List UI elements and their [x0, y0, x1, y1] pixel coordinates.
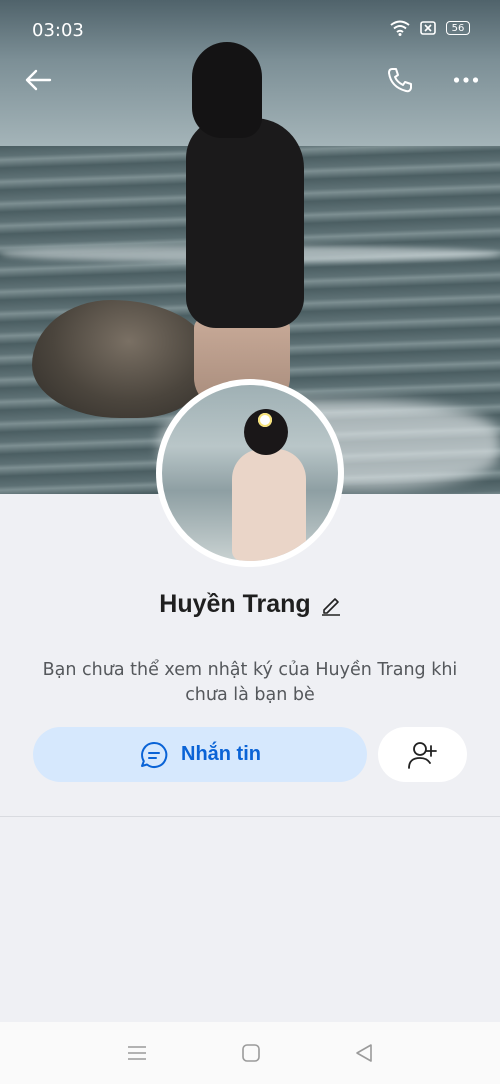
section-divider	[0, 816, 500, 817]
call-button[interactable]	[382, 62, 418, 98]
back-button[interactable]	[20, 62, 56, 98]
profile-name: Huyền Trang	[159, 590, 311, 618]
cover-rock	[32, 300, 208, 418]
profile-name-row: Huyền Trang	[0, 590, 500, 619]
phone-icon	[388, 68, 412, 93]
diary-notice: Bạn chưa thể xem nhật ký của Huyền Trang…	[42, 660, 458, 705]
add-user-icon	[407, 741, 437, 769]
status-time: 03:03	[32, 20, 84, 41]
more-button[interactable]	[448, 62, 484, 98]
message-button[interactable]: Nhắn tin	[33, 727, 367, 782]
status-icons: 56	[390, 20, 470, 36]
home-icon[interactable]	[241, 1043, 261, 1063]
back-nav-icon[interactable]	[354, 1043, 374, 1063]
sim-icon	[420, 21, 436, 35]
menu-icon[interactable]	[126, 1044, 148, 1062]
more-horizontal-icon	[453, 77, 479, 83]
cover-figure	[192, 42, 262, 138]
wifi-icon	[390, 20, 410, 36]
avatar-photo	[162, 385, 338, 561]
avatar-figure	[232, 449, 306, 561]
system-nav-bar	[0, 1022, 500, 1084]
pencil-icon[interactable]	[321, 594, 341, 616]
cover-figure	[186, 118, 304, 328]
battery-icon: 56	[446, 21, 470, 35]
message-button-label: Nhắn tin	[181, 743, 261, 765]
avatar[interactable]	[156, 379, 344, 567]
status-bar: 03:03 56	[0, 0, 500, 46]
add-friend-button[interactable]	[378, 727, 467, 782]
chat-bubble-icon	[141, 741, 168, 768]
arrow-left-icon	[25, 69, 52, 91]
avatar-flower	[258, 413, 272, 427]
